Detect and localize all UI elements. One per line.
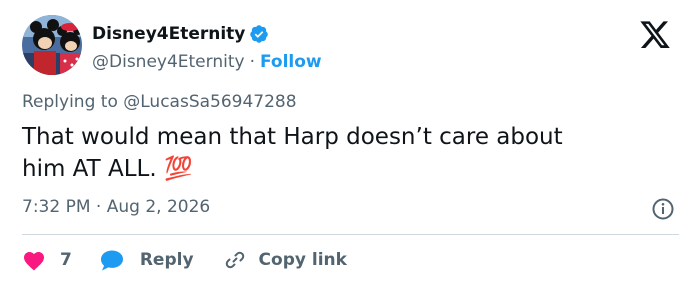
link-icon <box>223 248 247 272</box>
hundred-points-emoji: 💯 <box>163 156 193 182</box>
author-block: Disney4Eternity @Disney4Eternity · Follo… <box>92 22 322 74</box>
action-bar: 7 Reply Copy link <box>22 245 347 275</box>
author-handle[interactable]: @Disney4Eternity <box>92 52 245 72</box>
x-logo-icon[interactable] <box>638 20 672 50</box>
tweet-text: That would mean that Harp doesn’t care a… <box>22 121 662 185</box>
author-name-row: Disney4Eternity <box>92 22 322 46</box>
copy-link-label: Copy link <box>258 250 347 270</box>
tweet-time: 7:32 PM <box>22 197 91 217</box>
tweet-text-line-2-text: him AT ALL. <box>22 156 157 182</box>
author-handle-row: @Disney4Eternity · Follow <box>92 50 322 74</box>
verified-badge-icon <box>249 24 269 44</box>
replying-to-prefix: Replying to <box>22 92 118 112</box>
reply-label: Reply <box>139 250 194 270</box>
avatar-image <box>22 15 82 75</box>
avatar[interactable] <box>22 15 82 75</box>
like-button[interactable]: 7 <box>22 249 72 271</box>
dot-separator: · <box>249 52 255 72</box>
follow-button[interactable]: Follow <box>260 52 322 72</box>
like-count: 7 <box>60 250 72 270</box>
heart-icon <box>22 249 46 271</box>
reply-button[interactable]: Reply <box>99 248 194 272</box>
divider <box>22 234 679 235</box>
tweet-text-line-2: him AT ALL. 💯 <box>22 153 662 185</box>
copy-link-button[interactable]: Copy link <box>223 248 347 272</box>
tweet-text-line-1: That would mean that Harp doesn’t care a… <box>22 124 563 150</box>
tweet-card: Disney4Eternity @Disney4Eternity · Follo… <box>0 0 700 287</box>
tweet-date: Aug 2, 2026 <box>106 197 211 217</box>
info-icon[interactable] <box>651 197 675 221</box>
replying-to: Replying to @LucasSa56947288 <box>22 92 297 112</box>
speech-bubble-icon <box>99 248 125 272</box>
dot-separator: · <box>95 197 102 217</box>
replying-to-handle[interactable]: @LucasSa56947288 <box>123 92 296 112</box>
author-name[interactable]: Disney4Eternity <box>92 24 245 44</box>
tweet-timestamp[interactable]: 7:32 PM · Aug 2, 2026 <box>22 197 210 217</box>
